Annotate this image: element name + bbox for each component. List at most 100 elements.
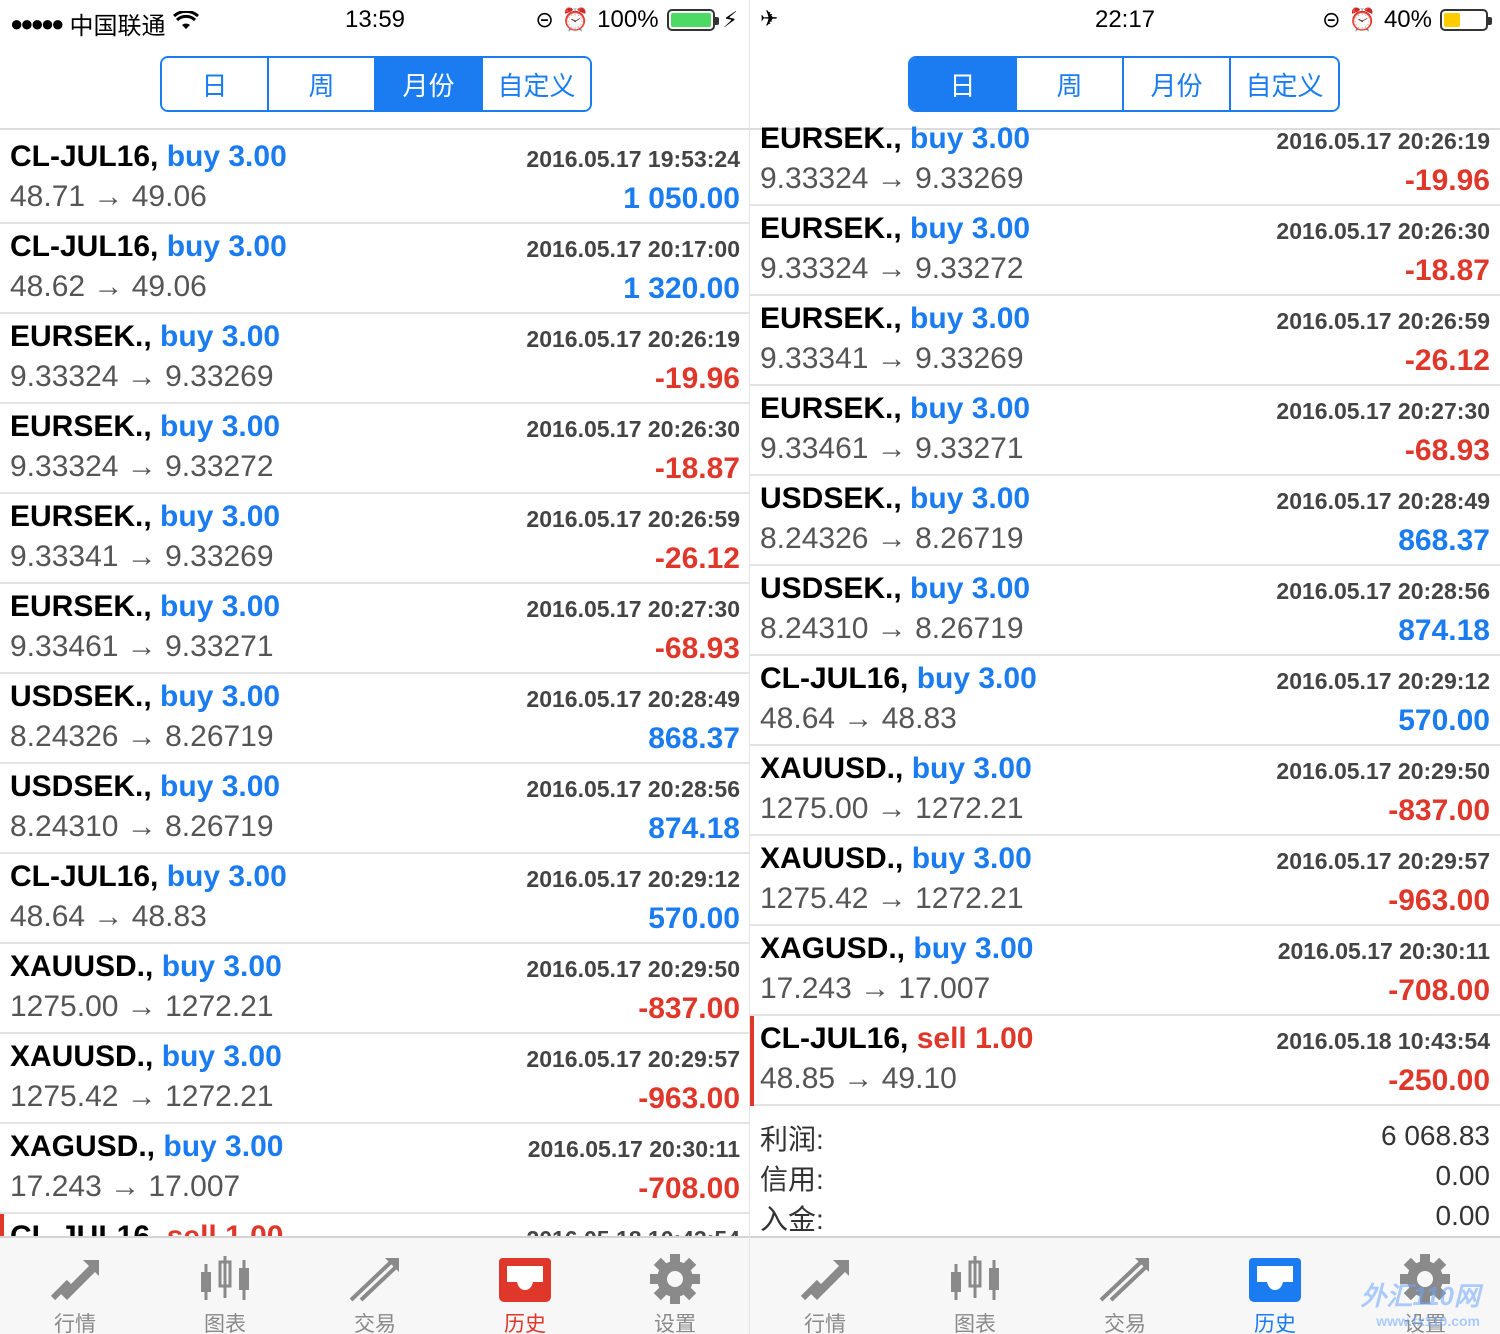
deal-prices: 9.33324 → 9.33272: [10, 450, 274, 483]
segment-month[interactable]: 月份: [1124, 58, 1231, 110]
deal-symbol: CL-JUL16,: [760, 662, 909, 695]
selection-marker: [750, 1016, 754, 1106]
history-row[interactable]: EURSEK., buy 3.00 2016.05.17 20:26:30 9.33…: [750, 206, 1500, 296]
history-row[interactable]: EURSEK., buy 3.00 2016.05.17 20:26:59 9.33…: [0, 494, 750, 584]
tab-chart[interactable]: 图表: [150, 1238, 300, 1334]
deal-time: 2016.05.17 20:29:12: [1276, 668, 1490, 694]
tab-history[interactable]: 历史: [1200, 1238, 1350, 1334]
watermark: 外汇110网 www.fx110.com: [1360, 1281, 1480, 1329]
deal-title: USDSEK., buy 3.00: [760, 572, 1030, 606]
tab-label: 设置: [654, 1313, 696, 1334]
deal-title: XAGUSD., buy 3.00: [760, 932, 1033, 966]
segment-day[interactable]: 日: [162, 58, 269, 110]
tab-chart[interactable]: 图表: [900, 1238, 1050, 1334]
history-row[interactable]: USDSEK., buy 3.00 2016.05.17 20:28:56 8.24…: [750, 566, 1500, 656]
history-row[interactable]: USDSEK., buy 3.00 2016.05.17 20:28:49 8.24…: [0, 674, 750, 764]
tab-label: 图表: [954, 1313, 996, 1334]
battery-icon: [1440, 9, 1492, 31]
history-row[interactable]: CL-JUL16, buy 3.00 2016.05.17 20:29:12 48.…: [750, 656, 1500, 746]
tab-quotes[interactable]: 行情: [750, 1238, 900, 1334]
summary-row: 信用: 0.00: [750, 1156, 1500, 1196]
deal-symbol: USDSEK.,: [760, 572, 902, 605]
history-list: CL-JUL16, buy 3.00 2016.05.17 19:53:24 48.…: [0, 134, 750, 1304]
tab-label: 行情: [54, 1313, 96, 1334]
history-row[interactable]: CL-JUL16, buy 3.00 2016.05.17 20:17:00 48.…: [0, 224, 750, 314]
deal-time: 2016.05.17 20:30:11: [1277, 938, 1490, 964]
battery-icon: [666, 9, 719, 31]
summary-row: 利润: 6 068.83: [750, 1116, 1500, 1156]
deal-profit: -708.00: [638, 1172, 740, 1205]
tab-settings[interactable]: 设置: [600, 1238, 750, 1334]
tab-trade[interactable]: 交易: [1050, 1238, 1200, 1334]
deal-title: XAUUSD., buy 3.00: [760, 752, 1032, 786]
deal-title: XAGUSD., buy 3.00: [10, 1130, 283, 1164]
deal-prices: 1275.00 → 1272.21: [10, 990, 274, 1023]
segment-month[interactable]: 月份: [376, 58, 483, 110]
summary-label: 信用:: [760, 1164, 824, 1195]
segment-week[interactable]: 周: [269, 58, 376, 110]
history-row[interactable]: USDSEK., buy 3.00 2016.05.17 20:28:56 8.24…: [0, 764, 750, 854]
segment-day[interactable]: 日: [910, 58, 1017, 110]
deal-action: buy 3.00: [910, 482, 1031, 515]
deal-profit: -26.12: [654, 542, 740, 575]
history-row[interactable]: XAGUSD., buy 3.00 2016.05.17 20:30:11 17.2…: [750, 926, 1500, 1016]
deal-prices: 9.33324 → 9.33269: [10, 360, 274, 393]
deal-title: EURSEK., buy 3.00: [760, 302, 1030, 336]
deal-prices: 8.24310 → 8.26719: [760, 612, 1024, 645]
deal-action: sell 1.00: [916, 1022, 1034, 1055]
tab-trade[interactable]: 交易: [300, 1238, 450, 1334]
segment-custom[interactable]: 自定义: [483, 58, 590, 110]
deal-symbol: USDSEK.,: [10, 680, 152, 713]
history-row[interactable]: CL-JUL16, buy 3.00 2016.05.17 19:53:24 48.…: [0, 134, 750, 224]
history-row[interactable]: XAGUSD., buy 3.00 2016.05.17 20:30:11 17.2…: [0, 1124, 750, 1214]
history-icon: [450, 1248, 600, 1310]
segment-week[interactable]: 周: [1017, 58, 1124, 110]
deal-action: buy 3.00: [160, 770, 281, 803]
deal-time: 2016.05.17 20:29:50: [526, 956, 740, 982]
deal-prices: 1275.42 → 1272.21: [10, 1080, 274, 1113]
history-row[interactable]: EURSEK., buy 3.00 2016.05.17 20:26:30 9.33…: [0, 404, 750, 494]
history-row[interactable]: XAUUSD., buy 3.00 2016.05.17 20:29:57 1275…: [0, 1034, 750, 1124]
deal-profit: 1 050.00: [623, 182, 740, 215]
history-icon: [1200, 1248, 1350, 1310]
deal-title: CL-JUL16, buy 3.00: [10, 140, 287, 174]
history-row[interactable]: EURSEK., buy 3.00 2016.05.17 20:26:59 9.33…: [750, 296, 1500, 386]
tab-quotes[interactable]: 行情: [0, 1238, 150, 1334]
trade-icon: [1050, 1248, 1200, 1310]
deal-prices: 9.33341 → 9.33269: [10, 540, 274, 573]
deal-title: USDSEK., buy 3.00: [760, 482, 1030, 516]
history-row[interactable]: CL-JUL16, buy 3.00 2016.05.17 20:29:12 48.…: [0, 854, 750, 944]
deal-profit: 570.00: [648, 902, 740, 935]
segment-custom[interactable]: 自定义: [1231, 58, 1338, 110]
alarm-icon: ⏰: [1348, 7, 1376, 32]
deal-action: buy 3.00: [160, 590, 281, 623]
tab-history[interactable]: 历史: [450, 1238, 600, 1334]
deal-action: buy 3.00: [910, 212, 1031, 245]
deal-profit: -837.00: [638, 992, 740, 1025]
deal-time: 2016.05.17 20:29:12: [526, 866, 740, 892]
deal-title: EURSEK., buy 3.00: [760, 392, 1030, 426]
deal-action: buy 3.00: [160, 320, 281, 353]
deal-action: buy 3.00: [166, 860, 287, 893]
history-row[interactable]: USDSEK., buy 3.00 2016.05.17 20:28:49 8.24…: [750, 476, 1500, 566]
deal-action: buy 3.00: [160, 680, 281, 713]
history-list: EURSEK., buy 3.00 2016.05.17 20:26:19 9.33…: [750, 116, 1500, 1106]
deal-profit: -68.93: [1404, 434, 1490, 467]
history-row[interactable]: CL-JUL16, sell 1.00 2016.05.18 10:43:54 48…: [750, 1016, 1500, 1106]
deal-action: buy 3.00: [910, 392, 1031, 425]
deal-title: XAUUSD., buy 3.00: [10, 1040, 282, 1074]
history-row[interactable]: EURSEK., buy 3.00 2016.05.17 20:27:30 9.33…: [750, 386, 1500, 476]
history-row[interactable]: EURSEK., buy 3.00 2016.05.17 20:26:19 9.33…: [750, 116, 1500, 206]
deal-symbol: EURSEK.,: [760, 122, 902, 155]
header-divider: [0, 128, 750, 130]
history-row[interactable]: EURSEK., buy 3.00 2016.05.17 20:27:30 9.33…: [0, 584, 750, 674]
history-row[interactable]: EURSEK., buy 3.00 2016.05.17 20:26:19 9.33…: [0, 314, 750, 404]
history-row[interactable]: XAUUSD., buy 3.00 2016.05.17 20:29:57 1275…: [750, 836, 1500, 926]
deal-time: 2016.05.17 20:28:56: [526, 776, 740, 802]
history-row[interactable]: XAUUSD., buy 3.00 2016.05.17 20:29:50 1275…: [750, 746, 1500, 836]
battery-percent: 100%: [597, 6, 659, 33]
deal-title: EURSEK., buy 3.00: [10, 410, 280, 444]
history-row[interactable]: XAUUSD., buy 3.00 2016.05.17 20:29:50 1275…: [0, 944, 750, 1034]
tab-label: 交易: [1104, 1313, 1146, 1334]
deal-time: 2016.05.17 20:29:57: [1276, 848, 1490, 874]
